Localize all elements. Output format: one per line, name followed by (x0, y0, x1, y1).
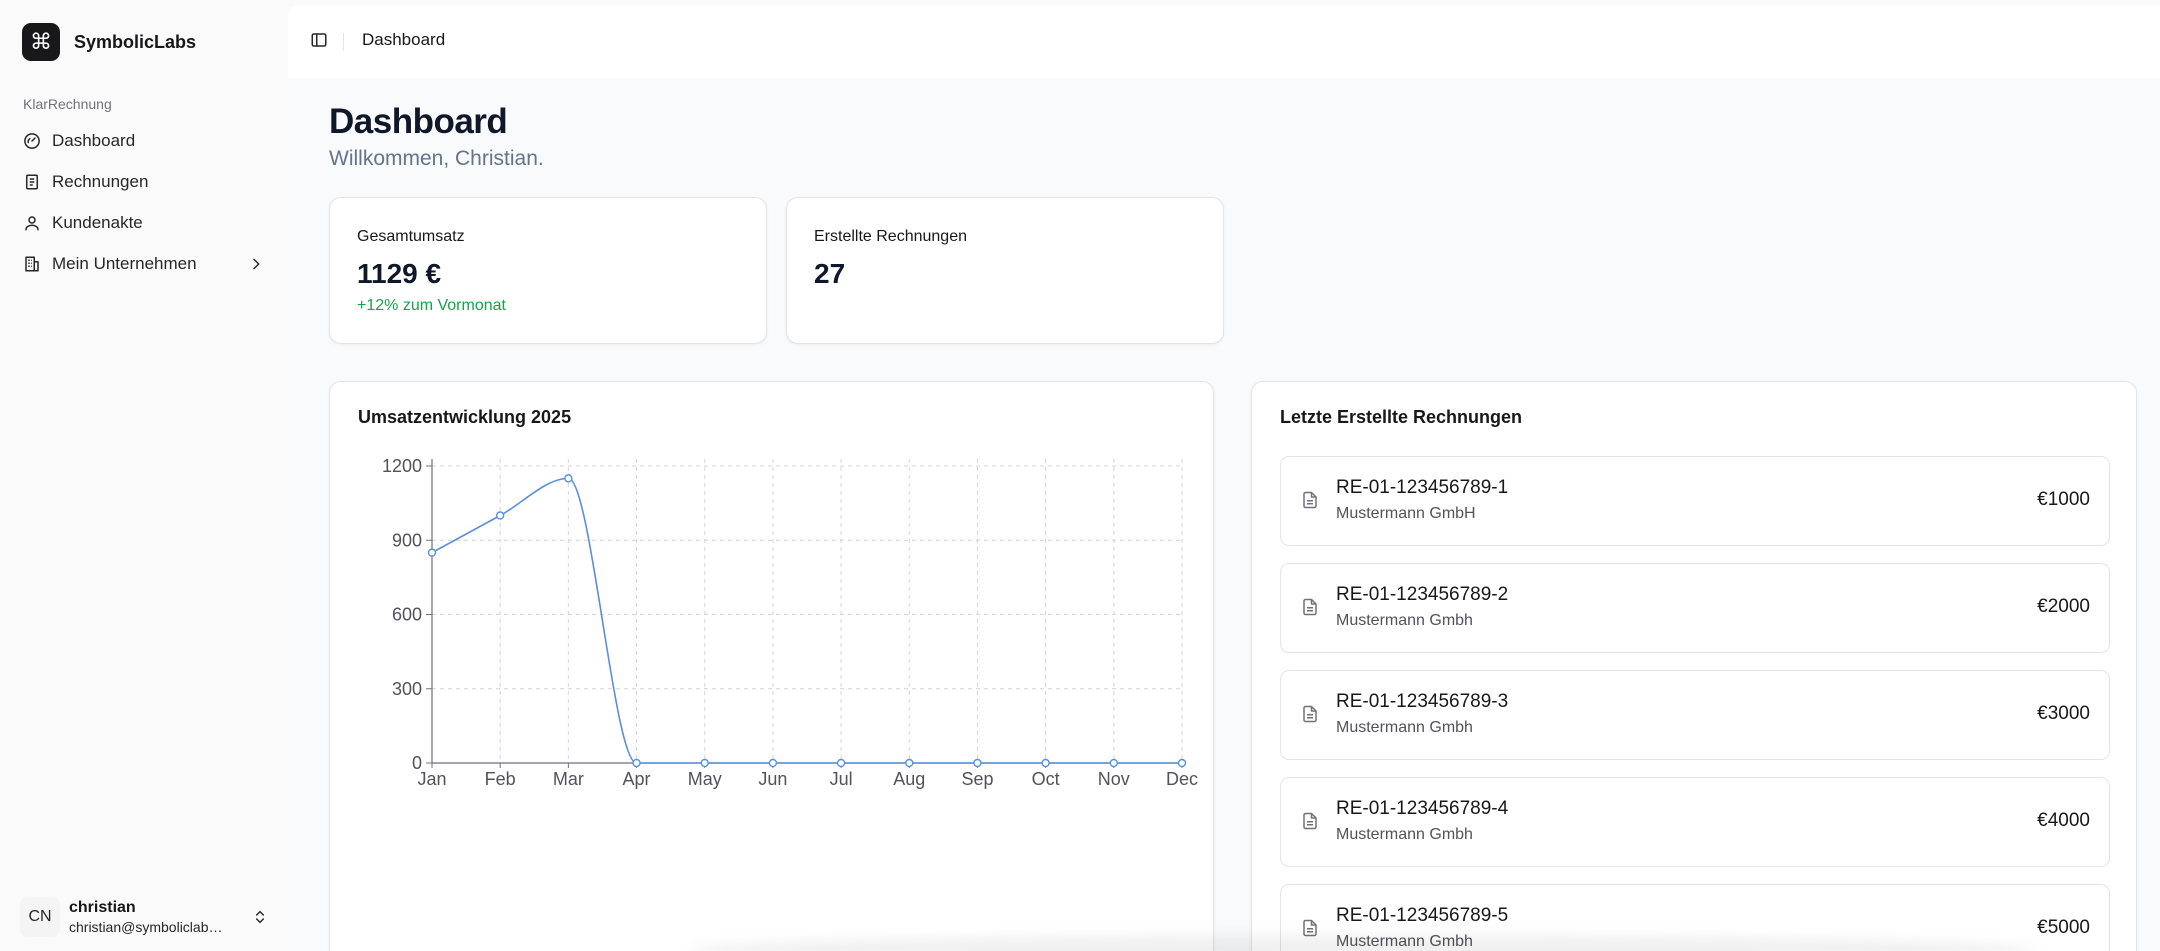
sidebar-section-label: KlarRechnung (23, 96, 112, 112)
chevrons-up-down-icon (252, 908, 268, 926)
data-point (632, 758, 641, 768)
x-tick-label: Jul (830, 769, 853, 789)
user-icon (22, 213, 42, 233)
x-tick-label: Jun (758, 769, 787, 789)
revenue-line-chart: 03006009001200Jan Feb Mar Apr May Jun Jul Aug Se… (382, 456, 1198, 789)
invoice-amount: €3000 (2037, 703, 2090, 724)
invoice-amount: €5000 (2037, 917, 2090, 938)
x-tick-label: Nov (1098, 769, 1130, 789)
stat-trend: +12% zum Vormonat (357, 297, 506, 314)
avatar: CN (20, 897, 60, 937)
sidebar: ⌘ SymbolicLabs KlarRechnung Dashboard Re… (0, 0, 288, 951)
brand-name: SymbolicLabs (74, 31, 197, 52)
data-point (564, 474, 573, 483)
file-text-icon (1303, 812, 1317, 830)
stat-card-revenue: Gesamtumsatz 1129 € +12% zum Vormonat (329, 197, 767, 344)
receipt-icon (22, 172, 42, 192)
brand[interactable]: ⌘ SymbolicLabs (22, 23, 196, 61)
user-info: christian christian@symboliclabs.com (69, 898, 229, 936)
invoice-row[interactable]: RE-01-123456789-3 Mustermann Gmbh €3000 (1280, 670, 2110, 760)
invoice-number: RE-01-123456789-3 (1336, 691, 1509, 712)
y-tick-label: 1200 (382, 456, 422, 476)
x-tick-label: Mar (553, 769, 584, 789)
x-tick-label: Feb (485, 769, 516, 789)
invoice-row[interactable]: RE-01-123456789-4 Mustermann Gmbh €4000 (1280, 777, 2110, 867)
x-tick-label: Dec (1166, 769, 1198, 789)
stat-label: Gesamtumsatz (357, 228, 465, 245)
invoice-number: RE-01-123456789-4 (1336, 798, 1509, 819)
page-title: Dashboard (329, 102, 508, 141)
invoice-customer: Mustermann Gmbh (1336, 719, 1473, 736)
invoice-amount: €2000 (2037, 596, 2090, 617)
invoice-row[interactable]: RE-01-123456789-1 Mustermann GmbH €1000 (1280, 456, 2110, 546)
invoice-number: RE-01-123456789-5 (1336, 905, 1509, 926)
main-content: Dashboard Dashboard Willkommen, Christia… (288, 5, 2160, 951)
invoice-list: RE-01-123456789-1 Mustermann GmbH €1000 … (1280, 456, 2110, 951)
user-email: christian@symboliclabs.com (69, 919, 229, 935)
file-text-icon (1303, 598, 1317, 616)
x-tick-label: Aug (893, 769, 925, 789)
invoice-number: RE-01-123456789-2 (1336, 584, 1509, 605)
recent-invoices-card: Letzte Erstellte Rechnungen RE-01-123456… (1251, 381, 2137, 951)
sidebar-item-label: Kundenakte (52, 212, 143, 232)
invoice-amount: €4000 (2037, 810, 2090, 831)
user-name: christian (69, 899, 136, 916)
invoice-number: RE-01-123456789-1 (1336, 477, 1509, 498)
user-menu[interactable]: CN christian christian@symboliclabs.com (20, 893, 268, 941)
series-line (431, 477, 1182, 764)
data-point (905, 758, 914, 768)
sidebar-item-dashboard[interactable]: Dashboard (12, 120, 276, 161)
sidebar-item-kundenakte[interactable]: Kundenakte (12, 202, 276, 243)
stat-label: Erstellte Rechnungen (814, 228, 967, 245)
file-text-icon (1303, 491, 1317, 509)
topbar-divider (343, 33, 344, 51)
data-point (768, 758, 778, 768)
sidebar-item-mein-unternehmen[interactable]: Mein Unternehmen (12, 243, 276, 284)
stat-card-invoices: Erstellte Rechnungen 27 (786, 197, 1224, 344)
command-icon: ⌘ (22, 23, 60, 61)
y-tick-label: 900 (392, 530, 422, 550)
y-tick-label: 600 (392, 605, 422, 625)
x-tick-label: May (688, 769, 722, 789)
data-point (1041, 758, 1050, 768)
data-point (973, 758, 982, 768)
page-subtitle: Willkommen, Christian. (329, 147, 544, 170)
data-point (1177, 758, 1187, 768)
gauge-icon (22, 131, 42, 151)
y-tick-label: 300 (392, 679, 422, 699)
invoice-customer: Mustermann Gmbh (1336, 612, 1473, 629)
invoice-amount: €1000 (2037, 489, 2090, 510)
sidebar-nav: Dashboard Rechnungen Kundenakte Mein Unt… (12, 120, 276, 284)
stat-value: 1129 € (357, 258, 442, 289)
stat-value: 27 (814, 258, 846, 289)
data-point (1109, 758, 1119, 768)
invoice-row[interactable]: RE-01-123456789-2 Mustermann Gmbh €2000 (1280, 563, 2110, 653)
data-point (495, 511, 505, 520)
file-text-icon (1303, 705, 1317, 723)
x-tick-label: Sep (961, 769, 993, 789)
data-point (836, 758, 846, 768)
x-tick-label: Jan (417, 769, 446, 789)
sidebar-item-label: Rechnungen (52, 171, 149, 191)
sidebar-item-rechnungen[interactable]: Rechnungen (12, 161, 276, 202)
invoice-customer: Mustermann GmbH (1336, 505, 1476, 522)
x-tick-label: Apr (623, 769, 651, 789)
breadcrumb: Dashboard (362, 30, 446, 49)
data-point (427, 548, 437, 557)
building-icon (22, 254, 42, 274)
invoice-customer: Mustermann Gmbh (1336, 826, 1473, 843)
sidebar-item-label: Dashboard (52, 130, 136, 150)
topbar: Dashboard (288, 5, 2160, 78)
sidebar-item-label: Mein Unternehmen (52, 253, 197, 273)
sidebar-toggle-icon[interactable] (310, 31, 330, 51)
chevron-right-icon (248, 256, 264, 272)
recent-invoices-title: Letzte Erstellte Rechnungen (1280, 407, 1523, 427)
x-tick-label: Oct (1032, 769, 1060, 789)
data-point (700, 758, 709, 768)
revenue-chart-card: Umsatzentwicklung 2025 0 300 600 900 1200 Jan… (329, 381, 1214, 951)
